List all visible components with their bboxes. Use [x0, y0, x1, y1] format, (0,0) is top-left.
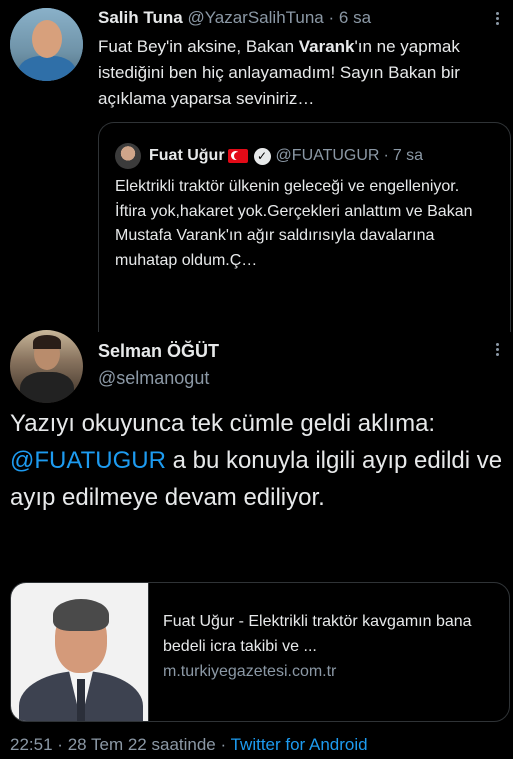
tweet-selman-ogut[interactable]: Selman ÖĞÜT @selmanogut Yazıyı okuyunca … — [0, 330, 513, 759]
avatar-suit — [20, 372, 74, 403]
avatar-face — [32, 20, 62, 58]
tweet-footer: 22:51 · 28 Tem 22 saatinde · Twitter for… — [10, 735, 368, 755]
quoted-tweet[interactable]: Fuat Uğur ✓ @FUATUGUR · 7 sa Elektrikli … — [98, 122, 511, 332]
avatar-selman-ogut[interactable] — [10, 330, 83, 403]
mention-link[interactable]: @FUATUGUR — [10, 447, 166, 474]
separator: · — [383, 147, 389, 164]
quoted-tweet-header: Fuat Uğur ✓ @FUATUGUR · 7 sa — [115, 143, 427, 169]
avatar-salih-tuna[interactable] — [10, 8, 83, 81]
author-handle[interactable]: @selmanogut — [98, 368, 209, 389]
tweet-text-part: Fuat Bey'in aksine, Bakan — [98, 37, 299, 56]
author-name[interactable]: Salih Tuna — [98, 8, 183, 27]
portrait-hair — [53, 599, 109, 631]
tweet-clock-time: 22:51 — [10, 735, 53, 754]
quoted-text-line: İftira yok,hakaret yok.Gerçekleri anlatt… — [115, 202, 473, 269]
tweet-date: 28 Tem 22 saatinde — [67, 735, 216, 754]
tweet-text-part: Yazıyı okuyunca tek cümle geldi aklıma: — [10, 410, 436, 437]
tweet-source-link[interactable]: Twitter for Android — [231, 735, 368, 754]
link-preview-image — [11, 583, 149, 721]
separator: · — [220, 735, 227, 754]
link-preview-card[interactable]: Fuat Uğur - Elektrikli traktör kavgamın … — [10, 582, 510, 722]
portrait-tie — [77, 679, 85, 721]
link-preview-title: Fuat Uğur - Elektrikli traktör kavgamın … — [163, 613, 472, 655]
quoted-tweet-time: 7 sa — [392, 147, 424, 164]
separator: · — [57, 735, 63, 754]
verified-badge-icon: ✓ — [253, 147, 271, 165]
avatar-hair — [33, 335, 61, 349]
quoted-author-handle: @FUATUGUR — [275, 147, 380, 164]
avatar-body — [18, 56, 76, 81]
quoted-text-line: Elektrikli traktör ülkenin geleceği ve e… — [115, 178, 460, 195]
link-preview-domain: m.turkiyegazetesi.com.tr — [163, 663, 337, 680]
quoted-author-name: Fuat Uğur — [149, 147, 225, 164]
tweet-text-bold: Varank — [298, 37, 355, 56]
separator: · — [328, 8, 335, 27]
quoted-avatar — [115, 143, 141, 169]
more-options-icon[interactable] — [493, 10, 501, 27]
tweet-time[interactable]: 6 sa — [339, 8, 371, 27]
turkey-flag-icon — [227, 149, 248, 163]
tweet-salih-tuna[interactable]: Salih Tuna @YazarSalihTuna · 6 sa Fuat B… — [0, 0, 513, 332]
tweet-text: Yazıyı okuyunca tek cümle geldi aklıma: … — [10, 405, 505, 516]
tweet-text: Fuat Bey'in aksine, Bakan Varank'ın ne y… — [98, 34, 493, 112]
author-name[interactable]: Selman ÖĞÜT — [98, 341, 219, 362]
quoted-tweet-text: Elektrikli traktör ülkenin geleceği ve e… — [115, 175, 500, 273]
tweet-header: Salih Tuna @YazarSalihTuna · 6 sa — [98, 8, 371, 28]
link-preview-text: Fuat Uğur - Elektrikli traktör kavgamın … — [163, 609, 503, 684]
author-handle[interactable]: @YazarSalihTuna — [187, 8, 323, 27]
more-options-icon[interactable] — [493, 341, 501, 358]
